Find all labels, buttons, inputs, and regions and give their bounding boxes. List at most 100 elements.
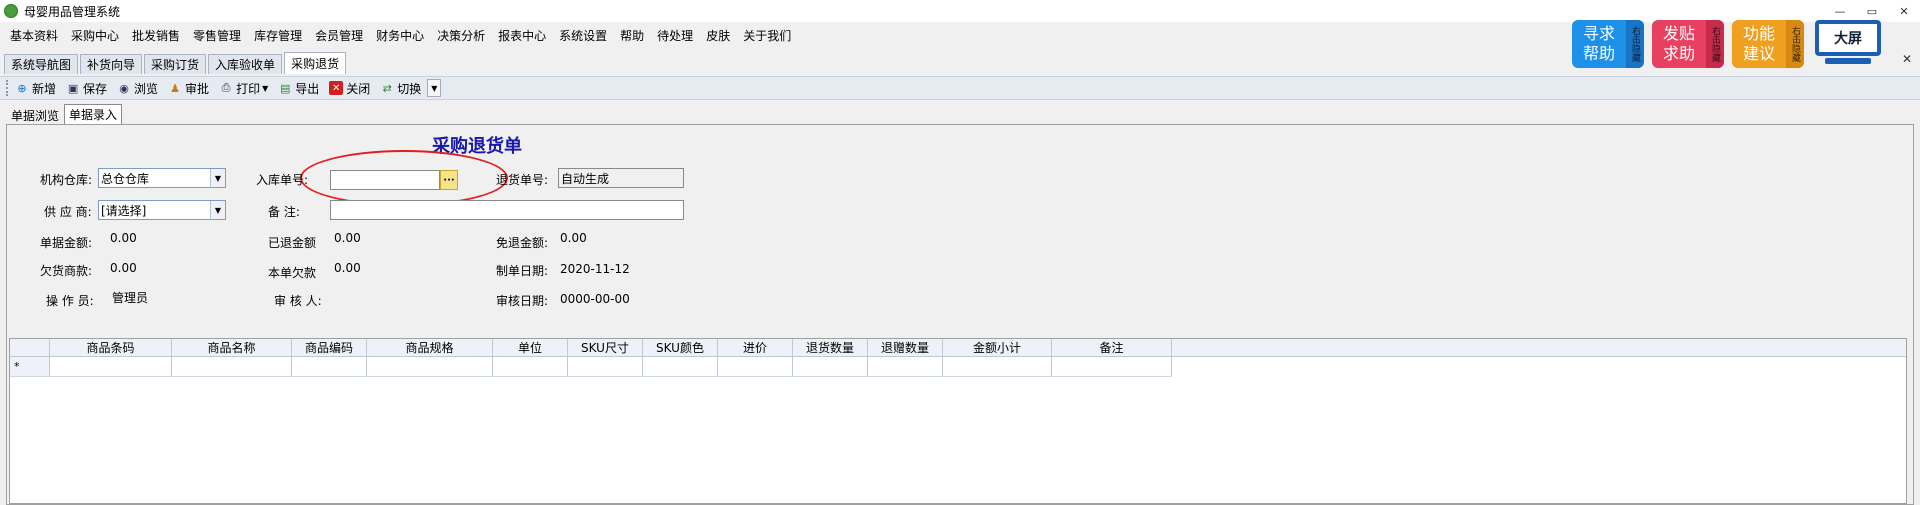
table-row[interactable]: *	[10, 357, 1172, 377]
grid-col-sku-color[interactable]: SKU颜色	[643, 339, 718, 356]
top-action-buttons: 寻求 帮助 右击隐藏 发贴 求助 右击隐藏 功能 建议 右击隐藏 大屏	[1572, 20, 1884, 68]
grid-col-code[interactable]: 商品编码	[292, 339, 367, 356]
grid-col-unit[interactable]: 单位	[493, 339, 568, 356]
print-button[interactable]: ⎙ 打印 ▼	[219, 80, 269, 97]
this-owed-value: 0.00	[334, 261, 361, 275]
tab-inbound-receipt[interactable]: 入库验收单	[208, 54, 283, 74]
suggest-line1: 功能	[1742, 24, 1775, 43]
menu-members[interactable]: 会员管理	[315, 27, 363, 44]
browse-button[interactable]: ◉ 浏览	[117, 80, 158, 97]
menu-purchase-center[interactable]: 采购中心	[71, 27, 119, 44]
return-no-label: 退货单号:	[496, 173, 549, 187]
grid-col-barcode[interactable]: 商品条码	[50, 339, 172, 356]
menu-settings[interactable]: 系统设置	[559, 27, 607, 44]
refunded-value: 0.00	[334, 231, 361, 245]
grid-cell[interactable]	[943, 357, 1052, 376]
grid-cell[interactable]	[793, 357, 868, 376]
supplier-value: [请选择]	[101, 203, 147, 218]
browse-label: 浏览	[134, 81, 159, 96]
audit-date-label: 审核日期:	[496, 294, 549, 308]
grid-cell[interactable]	[1052, 357, 1172, 376]
grid-col-sku-size[interactable]: SKU尺寸	[568, 339, 643, 356]
grid-col-spec[interactable]: 商品规格	[367, 339, 493, 356]
menu-help[interactable]: 帮助	[620, 27, 644, 44]
tab-purchase-return[interactable]: 采购退货	[284, 52, 347, 74]
inbound-no-label: 入库单号:	[256, 173, 309, 187]
minimize-button[interactable]: —	[1824, 0, 1856, 22]
chevron-down-icon[interactable]: ▼	[210, 169, 225, 187]
monitor-stand	[1825, 58, 1871, 64]
menu-reports[interactable]: 报表中心	[498, 27, 546, 44]
subtab-document-browse[interactable]: 单据浏览	[6, 106, 64, 124]
hide-hint: 右击隐藏	[1786, 20, 1804, 68]
grid-cell[interactable]	[493, 357, 568, 376]
supplier-select[interactable]: [请选择] ▼	[98, 200, 226, 220]
close-button[interactable]: ✕ 关闭	[329, 80, 370, 97]
grid-cell[interactable]	[172, 357, 292, 376]
document-tabs: 系统导航图 补货向导 采购订货 入库验收单 采购退货	[4, 52, 348, 74]
grid-col-price[interactable]: 进价	[718, 339, 793, 356]
remark-input[interactable]	[330, 200, 684, 220]
post-help-line2: 求助	[1662, 44, 1695, 63]
menu-pending[interactable]: 待处理	[657, 27, 693, 44]
tab-replenish-wizard[interactable]: 补货向导	[80, 54, 143, 74]
tab-system-nav[interactable]: 系统导航图	[4, 54, 79, 74]
menu-about[interactable]: 关于我们	[743, 27, 791, 44]
switch-icon: ⇄	[382, 81, 392, 95]
toolbar-grip	[6, 80, 9, 96]
tab-purchase-order[interactable]: 采购订货	[144, 54, 207, 74]
grid-cell[interactable]	[568, 357, 643, 376]
grid-cell[interactable]	[643, 357, 718, 376]
grid-col-gift-return-qty[interactable]: 退赠数量	[868, 339, 943, 356]
export-button[interactable]: ▤ 导出	[278, 80, 319, 97]
menu-retail[interactable]: 零售管理	[193, 27, 241, 44]
chevron-down-icon[interactable]: ▼	[210, 201, 225, 219]
print-dropdown-icon[interactable]: ▼	[262, 84, 268, 93]
close-tab-icon[interactable]: ✕	[1902, 52, 1912, 66]
menu-inventory[interactable]: 库存管理	[254, 27, 302, 44]
seek-help-button[interactable]: 寻求 帮助 右击隐藏	[1572, 20, 1644, 68]
save-icon: ▣	[67, 81, 79, 95]
big-screen-button[interactable]: 大屏	[1812, 20, 1884, 68]
grid-cell[interactable]	[367, 357, 493, 376]
new-button[interactable]: ⊕ 新增	[15, 80, 56, 97]
grid-header: 商品条码 商品名称 商品编码 商品规格 单位 SKU尺寸 SKU颜色 进价 退货…	[10, 339, 1906, 357]
restore-button[interactable]: ▭	[1856, 0, 1888, 22]
grid-col-subtotal[interactable]: 金额小计	[943, 339, 1052, 356]
grid-cell[interactable]	[868, 357, 943, 376]
remark-label: 备 注:	[268, 205, 300, 219]
return-no-field: 自动生成	[558, 168, 684, 188]
toolbar-overflow-dropdown[interactable]: ▼	[427, 79, 442, 97]
add-icon: ⊕	[17, 81, 27, 95]
subtab-document-entry[interactable]: 单据录入	[64, 104, 123, 124]
post-help-button[interactable]: 发贴 求助 右击隐藏	[1652, 20, 1724, 68]
approve-button[interactable]: ♟ 审批	[168, 80, 209, 97]
save-button[interactable]: ▣ 保存	[66, 80, 107, 97]
grid-col-remark[interactable]: 备注	[1052, 339, 1172, 356]
operator-label: 操 作 员:	[46, 294, 94, 308]
switch-button[interactable]: ⇄ 切换	[380, 80, 422, 97]
menu-decision-analysis[interactable]: 决策分析	[437, 27, 485, 44]
menu-basic-data[interactable]: 基本资料	[10, 27, 58, 44]
grid-col-return-qty[interactable]: 退货数量	[793, 339, 868, 356]
toolbar: ⊕ 新增 ▣ 保存 ◉ 浏览 ♟ 审批 ⎙ 打印 ▼ ▤ 导出 ✕ 关闭 ⇄ 切换 ▼	[0, 76, 1920, 100]
post-help-line1: 发贴	[1662, 24, 1695, 43]
hide-hint: 右击隐藏	[1706, 20, 1724, 68]
window-controls: — ▭ ✕	[1824, 0, 1920, 22]
this-owed-label: 本单欠款	[268, 266, 317, 280]
menu-finance[interactable]: 财务中心	[376, 27, 424, 44]
close-window-button[interactable]: ✕	[1888, 0, 1920, 22]
grid-cell[interactable]	[292, 357, 367, 376]
suggest-line2: 建议	[1742, 44, 1775, 63]
menu-wholesale[interactable]: 批发销售	[132, 27, 180, 44]
grid-cell[interactable]	[50, 357, 172, 376]
grid-cell[interactable]	[718, 357, 793, 376]
grid-col-name[interactable]: 商品名称	[172, 339, 292, 356]
feature-suggest-button[interactable]: 功能 建议 右击隐藏	[1732, 20, 1804, 68]
menu-skin[interactable]: 皮肤	[706, 27, 730, 44]
warehouse-select[interactable]: 总仓仓库 ▼	[98, 168, 226, 188]
export-label: 导出	[295, 81, 320, 96]
inbound-lookup-button[interactable]: ···	[440, 170, 458, 190]
inbound-no-input[interactable]	[330, 170, 440, 190]
create-date-value: 2020-11-12	[560, 262, 630, 276]
